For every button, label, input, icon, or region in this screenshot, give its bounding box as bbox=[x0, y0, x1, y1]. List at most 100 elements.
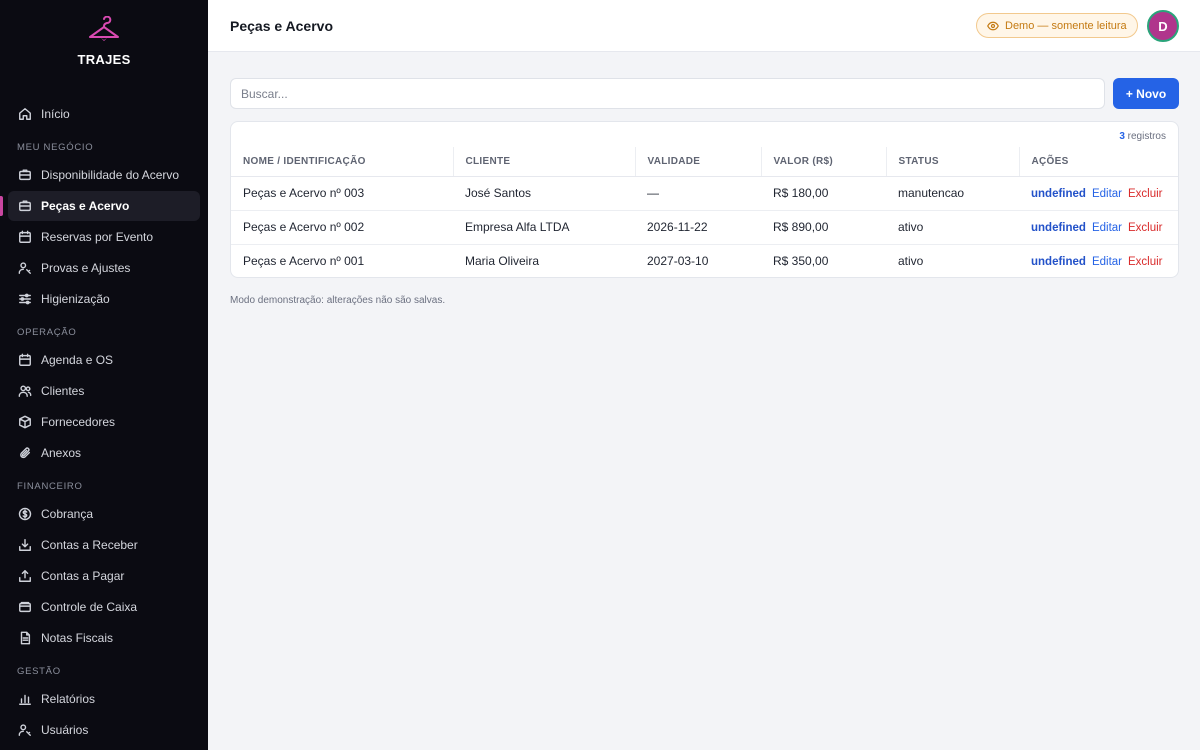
sidebar-item-controle-caixa[interactable]: Controle de Caixa bbox=[8, 592, 200, 622]
bar-chart-icon bbox=[18, 692, 32, 706]
cell-client: Maria Oliveira bbox=[465, 254, 540, 269]
delete-link[interactable]: Excluir bbox=[1128, 188, 1163, 200]
sidebar-item-inicio[interactable]: Início bbox=[8, 99, 200, 129]
table-row[interactable]: Peças e Acervo nº 002 Empresa Alfa LTDA … bbox=[231, 210, 1178, 245]
calendar-icon bbox=[18, 230, 32, 244]
records-count: 3 registros bbox=[1119, 131, 1166, 142]
view-link[interactable]: undefined bbox=[1031, 222, 1086, 234]
sidebar-section-title: GESTÃO bbox=[17, 666, 61, 677]
upload-icon bbox=[18, 569, 32, 583]
sidebar-item-label: Início bbox=[41, 107, 70, 121]
column-header-status[interactable]: STATUS bbox=[885, 147, 1019, 177]
view-link[interactable]: undefined bbox=[1031, 256, 1086, 268]
cell-status: ativo bbox=[886, 210, 1019, 245]
sidebar-item-label: Anexos bbox=[41, 446, 82, 460]
cell-client: José Santos bbox=[453, 176, 635, 211]
sidebar-nav: Início MEU NEGÓCIO Disponibilidade do Ac… bbox=[0, 99, 208, 745]
download-icon bbox=[18, 538, 32, 552]
cell-status: ativo bbox=[898, 254, 924, 269]
hanger-icon bbox=[89, 16, 119, 41]
table-row[interactable]: Peças e Acervo nº 001 Maria Oliveira 202… bbox=[231, 244, 1178, 277]
column-header-valor[interactable]: VALOR (R$) bbox=[760, 147, 886, 177]
cell-client: Empresa Alfa LTDA bbox=[453, 210, 635, 245]
sidebar-item-label: Contas a Pagar bbox=[41, 569, 125, 583]
cell-status: manutencao bbox=[886, 176, 1019, 211]
sidebar-item-relatorios[interactable]: Relatórios bbox=[8, 684, 200, 714]
view-link[interactable]: undefined bbox=[1031, 188, 1086, 200]
box-icon bbox=[18, 168, 32, 182]
column-header-cliente[interactable]: CLIENTE bbox=[452, 147, 635, 177]
sidebar-item-disponibilidade[interactable]: Disponibilidade do Acervo bbox=[8, 160, 200, 190]
sidebar-item-label: Fornecedores bbox=[41, 415, 116, 429]
records-count-suffix: registros bbox=[1124, 131, 1166, 142]
box-icon bbox=[18, 199, 32, 213]
search-input[interactable] bbox=[230, 78, 1105, 109]
edit-link[interactable]: Editar bbox=[1092, 222, 1122, 234]
dollar-circle-icon bbox=[18, 507, 32, 521]
sidebar-item-label: Contas a Receber bbox=[41, 538, 138, 552]
cell-actions: undefined Editar Excluir bbox=[1019, 176, 1178, 211]
sidebar-item-label: Agenda e OS bbox=[41, 353, 114, 367]
sidebar-item-clientes[interactable]: Clientes bbox=[8, 376, 200, 406]
sidebar-item-contas-receber[interactable]: Contas a Receber bbox=[8, 530, 200, 560]
sidebar-item-provas[interactable]: Provas e Ajustes bbox=[8, 253, 200, 283]
edit-link[interactable]: Editar bbox=[1092, 188, 1122, 200]
paperclip-icon bbox=[18, 446, 32, 460]
cell-value: R$ 890,00 bbox=[761, 210, 886, 245]
sliders-icon bbox=[18, 292, 32, 306]
cell-value: R$ 180,00 bbox=[761, 176, 886, 211]
toolbar: + Novo bbox=[230, 78, 1179, 109]
sidebar-item-label: Relatórios bbox=[41, 692, 96, 706]
cell-validity: 2027-03-10 bbox=[647, 254, 709, 269]
avatar[interactable]: D bbox=[1147, 10, 1179, 42]
sidebar-item-label: Provas e Ajustes bbox=[41, 261, 131, 275]
edit-link[interactable]: Editar bbox=[1092, 256, 1122, 268]
column-header-acoes: AÇÕES bbox=[1018, 147, 1178, 177]
sidebar-item-notas-fiscais[interactable]: Notas Fiscais bbox=[8, 623, 200, 653]
sidebar-item-reservas[interactable]: Reservas por Evento bbox=[8, 222, 200, 252]
sidebar-section-title: OPERAÇÃO bbox=[17, 327, 77, 338]
table-header-row: NOME / IDENTIFICAÇÃO CLIENTE VALIDADE VA… bbox=[231, 147, 1178, 177]
top-header: Peças e Acervo Demo — somente leitura D bbox=[208, 0, 1200, 52]
calendar-icon bbox=[18, 353, 32, 367]
sidebar-item-label: Controle de Caixa bbox=[41, 600, 138, 614]
brand: TRAJES bbox=[0, 0, 208, 98]
cell-actions: undefined Editar Excluir bbox=[1019, 210, 1178, 245]
sidebar-item-anexos[interactable]: Anexos bbox=[8, 438, 200, 468]
table-row[interactable]: Peças e Acervo nº 003 José Santos — R$ 1… bbox=[231, 176, 1178, 211]
sidebar-item-contas-pagar[interactable]: Contas a Pagar bbox=[8, 561, 200, 591]
sidebar-item-label: Disponibilidade do Acervo bbox=[41, 168, 180, 182]
document-icon bbox=[18, 631, 32, 645]
records-card: 3 registros NOME / IDENTIFICAÇÃO CLIENTE… bbox=[230, 121, 1179, 278]
page-title: Peças e Acervo bbox=[230, 18, 333, 34]
sidebar-item-pecas-acervo[interactable]: Peças e Acervo bbox=[0, 191, 200, 221]
eye-icon bbox=[987, 21, 999, 30]
sidebar-item-cobranca[interactable]: Cobrança bbox=[8, 499, 200, 529]
sidebar-item-label: Clientes bbox=[41, 384, 85, 398]
new-button[interactable]: + Novo bbox=[1113, 78, 1179, 109]
demo-footnote: Modo demonstração: alterações não são sa… bbox=[230, 295, 446, 306]
sidebar-item-label: Reservas por Evento bbox=[41, 230, 154, 244]
demo-badge-label: Demo — somente leitura bbox=[1005, 19, 1127, 32]
sidebar-item-label: Peças e Acervo bbox=[41, 199, 130, 213]
sidebar-item-fornecedores[interactable]: Fornecedores bbox=[8, 407, 200, 437]
column-header-nome[interactable]: NOME / IDENTIFICAÇÃO bbox=[231, 147, 453, 177]
sidebar: TRAJES Início MEU NEGÓCIO Disponibilidad… bbox=[0, 0, 208, 750]
cell-name: Peças e Acervo nº 001 bbox=[243, 254, 365, 269]
delete-link[interactable]: Excluir bbox=[1128, 222, 1163, 234]
sidebar-item-label: Higienização bbox=[41, 292, 110, 306]
sidebar-item-label: Notas Fiscais bbox=[41, 631, 114, 645]
package-icon bbox=[18, 415, 32, 429]
sidebar-item-usuarios[interactable]: Usuários bbox=[8, 715, 200, 745]
home-icon bbox=[18, 107, 32, 121]
user-key-icon bbox=[18, 723, 32, 737]
sidebar-item-agenda[interactable]: Agenda e OS bbox=[8, 345, 200, 375]
cell-value: R$ 350,00 bbox=[773, 254, 829, 269]
sidebar-item-higienizacao[interactable]: Higienização bbox=[8, 284, 200, 314]
delete-link[interactable]: Excluir bbox=[1128, 256, 1163, 268]
wallet-icon bbox=[18, 600, 32, 614]
column-header-validade[interactable]: VALIDADE bbox=[634, 147, 761, 177]
brand-name: TRAJES bbox=[77, 52, 131, 67]
cell-name: Peças e Acervo nº 003 bbox=[231, 176, 453, 211]
records-table: NOME / IDENTIFICAÇÃO CLIENTE VALIDADE VA… bbox=[231, 147, 1178, 277]
